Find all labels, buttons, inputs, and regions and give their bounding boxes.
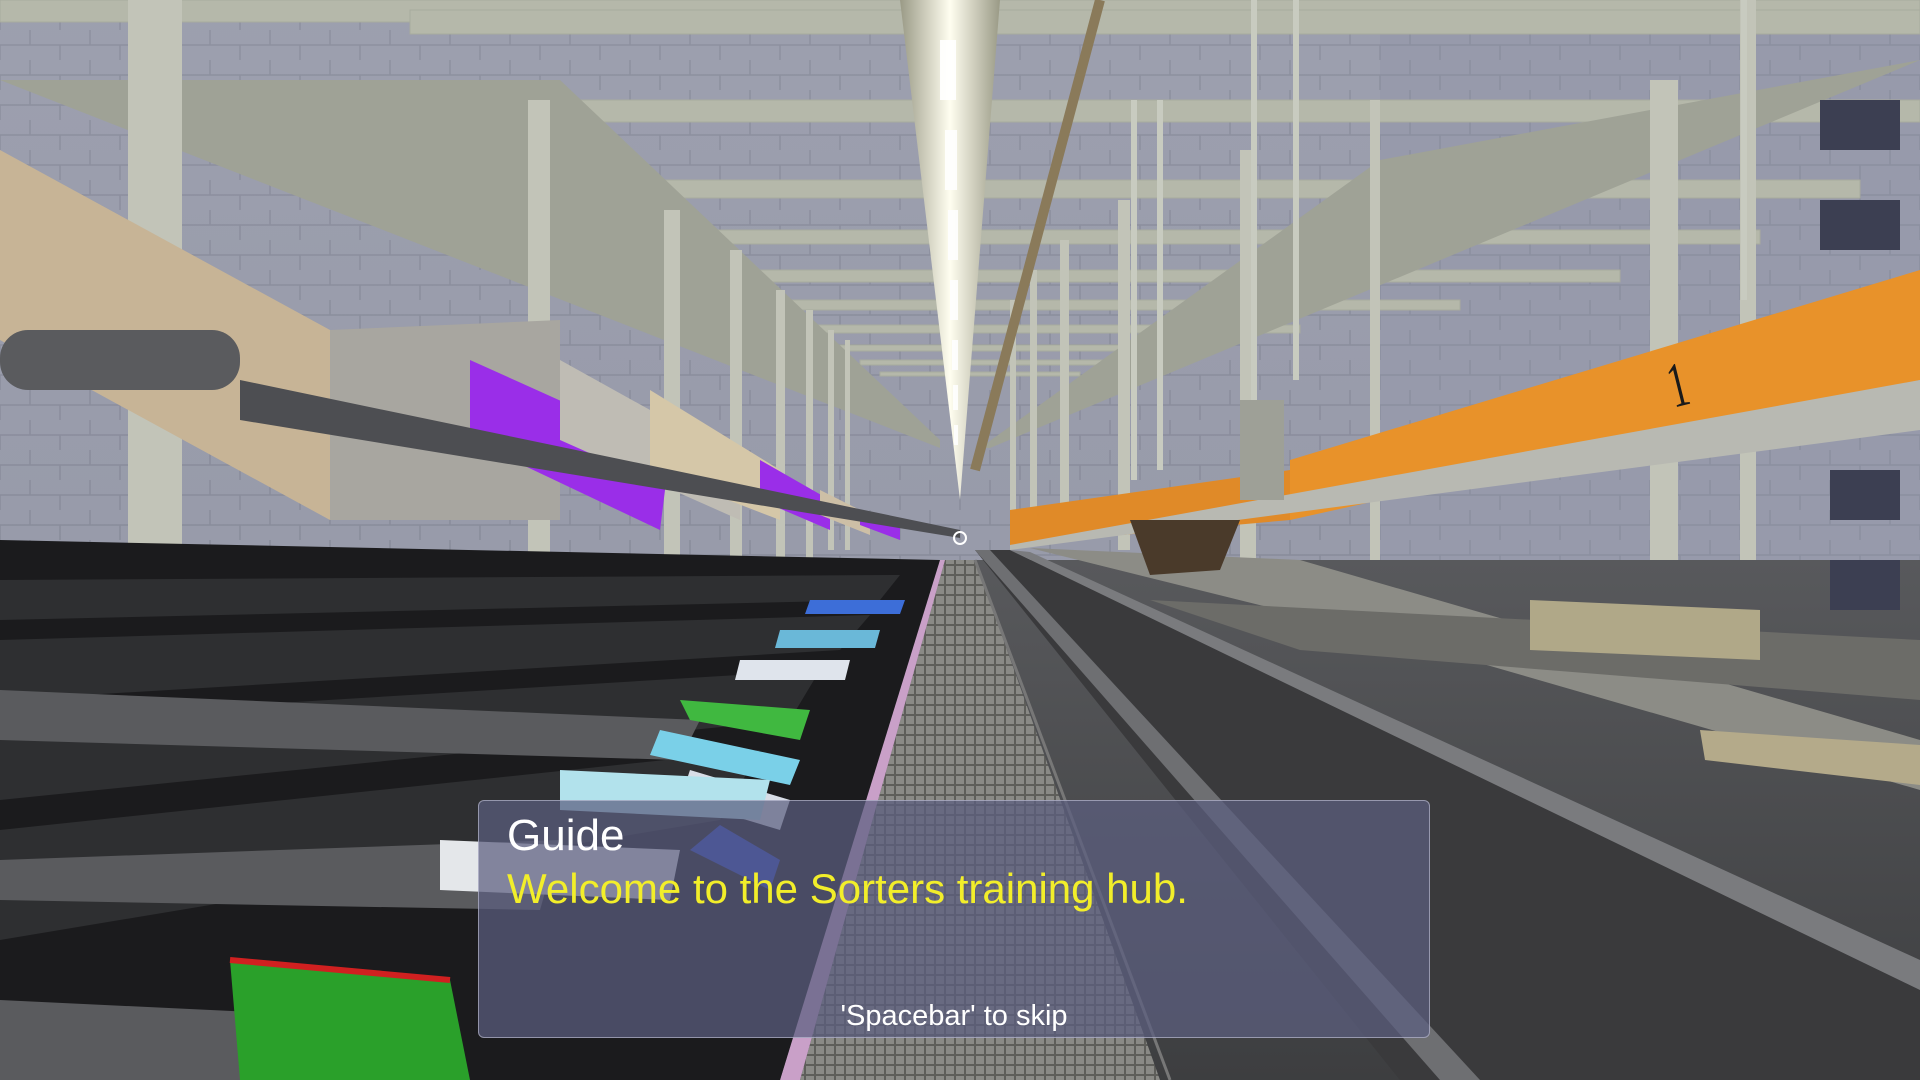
dialog-message: Welcome to the Sorters training hub.: [507, 865, 1188, 912]
skip-hint: 'Spacebar' to skip: [840, 1000, 1068, 1032]
crosshair-reticle: [953, 531, 967, 545]
guide-dialog-box[interactable]: Guide Welcome to the Sorters training hu…: [478, 800, 1430, 1038]
dialog-speaker-name: Guide: [507, 811, 625, 860]
game-viewport[interactable]: 1 Guide Welcome to the Sorters training …: [0, 0, 1920, 1080]
